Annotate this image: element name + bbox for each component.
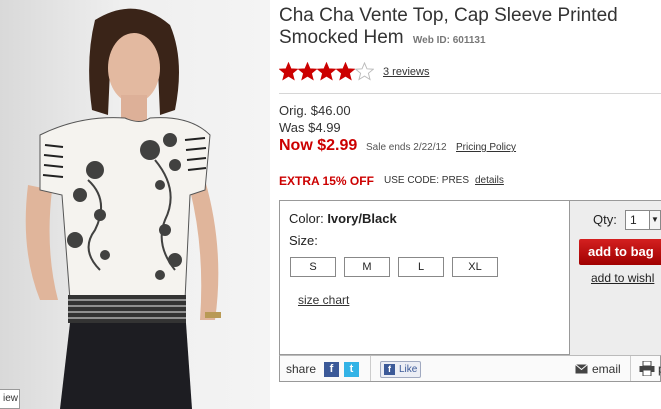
size-button-l[interactable]: L <box>398 257 444 277</box>
color-row: Color: Ivory/Black <box>289 211 397 226</box>
offer-details-link[interactable]: details <box>475 175 504 186</box>
divider <box>630 356 631 381</box>
web-id: Web ID: 601131 <box>412 35 486 46</box>
twitter-icon[interactable]: t <box>344 362 359 377</box>
original-price: Orig. $46.00 <box>279 103 351 118</box>
color-value: Ivory/Black <box>327 211 397 226</box>
facebook-icon: f <box>384 364 395 375</box>
quantity-label: Qty: <box>593 212 617 227</box>
divider <box>370 356 371 381</box>
rating-stars <box>279 62 374 82</box>
share-label: share <box>286 362 317 376</box>
envelope-icon[interactable] <box>575 364 588 374</box>
extra-offer: EXTRA 15% OFF <box>279 174 374 188</box>
purchase-panel: Qty: 1 ▼ add to bag add to wishl <box>570 200 661 355</box>
quantity-select[interactable]: 1 ▼ <box>625 210 661 230</box>
size-label: Size: <box>289 233 318 248</box>
view-larger-tag[interactable]: iew <box>0 389 20 409</box>
facebook-icon[interactable]: f <box>324 362 339 377</box>
add-to-wishlist-link[interactable]: add to wishl <box>591 271 654 285</box>
star-filled-icon <box>317 62 336 81</box>
reviews-link[interactable]: 3 reviews <box>383 66 429 78</box>
facebook-like-button[interactable]: f Like <box>380 361 421 378</box>
add-to-bag-button[interactable]: add to bag <box>579 239 661 265</box>
was-price: Was $4.99 <box>279 120 341 135</box>
product-photo[interactable]: iew <box>0 0 270 409</box>
color-label: Color: <box>289 211 324 226</box>
quantity-value: 1 <box>630 213 637 227</box>
now-price: Now $2.99 <box>279 137 358 154</box>
like-label: Like <box>399 364 418 375</box>
star-filled-icon <box>279 62 298 81</box>
printer-icon[interactable] <box>639 361 655 376</box>
star-filled-icon <box>336 62 355 81</box>
sale-ends-text: Sale ends 2/22/12 <box>366 142 447 153</box>
divider <box>279 93 661 94</box>
product-title: Cha Cha Vente Top, Cap Sleeve Printed Sm… <box>279 5 661 52</box>
size-button-xl[interactable]: XL <box>452 257 498 277</box>
size-button-m[interactable]: M <box>344 257 390 277</box>
share-bar: share f t f Like email p <box>279 355 661 382</box>
pricing-policy-link[interactable]: Pricing Policy <box>456 142 516 153</box>
options-panel: Color: Ivory/Black Size: S M L XL size c… <box>279 200 570 355</box>
promo-code: USE CODE: PRES <box>384 175 470 186</box>
star-empty-icon <box>355 62 374 81</box>
star-filled-icon <box>298 62 317 81</box>
size-button-s[interactable]: S <box>290 257 336 277</box>
chevron-down-icon[interactable]: ▼ <box>649 211 660 229</box>
size-chart-link[interactable]: size chart <box>298 293 349 307</box>
email-link[interactable]: email <box>592 362 621 376</box>
